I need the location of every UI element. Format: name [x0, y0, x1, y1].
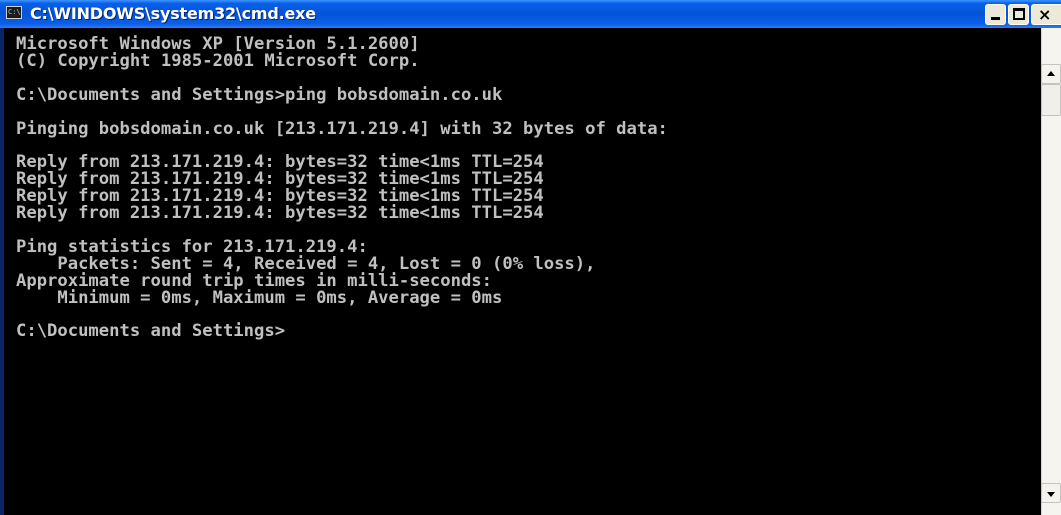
console-output[interactable]: Microsoft Windows XP [Version 5.1.2600] …: [4, 28, 1041, 515]
console-line: Minimum = 0ms, Maximum = 0ms, Average = …: [16, 287, 503, 308]
scrollbar-thumb[interactable]: [1041, 84, 1061, 116]
scroll-down-arrow-icon: [1047, 492, 1055, 497]
console-text: Microsoft Windows XP [Version 5.1.2600] …: [16, 35, 668, 342]
maximize-icon: [1013, 8, 1025, 20]
scroll-down-button[interactable]: [1041, 483, 1061, 503]
scroll-up-button[interactable]: [1041, 64, 1061, 84]
cmd-icon[interactable]: C:\: [6, 6, 22, 19]
console-line: Reply from 213.171.219.4: bytes=32 time<…: [16, 203, 544, 224]
maximize-button[interactable]: [1008, 4, 1029, 25]
title-bar[interactable]: C:\ C:\WINDOWS\system32\cmd.exe ×: [0, 0, 1061, 28]
console-line: Pinging bobsdomain.co.uk [213.171.219.4]…: [16, 118, 668, 139]
console-line: C:\Documents and Settings>: [16, 321, 286, 342]
cmd-window: C:\ C:\WINDOWS\system32\cmd.exe × Micros…: [0, 0, 1061, 515]
console-line: C:\Documents and Settings>ping bobsdomai…: [16, 84, 503, 105]
close-icon: ×: [1038, 5, 1052, 24]
minimize-icon: [991, 17, 1000, 20]
minimize-button[interactable]: [985, 4, 1006, 25]
window-title: C:\WINDOWS\system32\cmd.exe: [30, 4, 316, 23]
vertical-scrollbar[interactable]: [1041, 28, 1061, 515]
close-button[interactable]: ×: [1031, 4, 1061, 25]
console-line: (C) Copyright 1985-2001 Microsoft Corp.: [16, 50, 420, 71]
scroll-up-arrow-icon: [1047, 71, 1055, 76]
